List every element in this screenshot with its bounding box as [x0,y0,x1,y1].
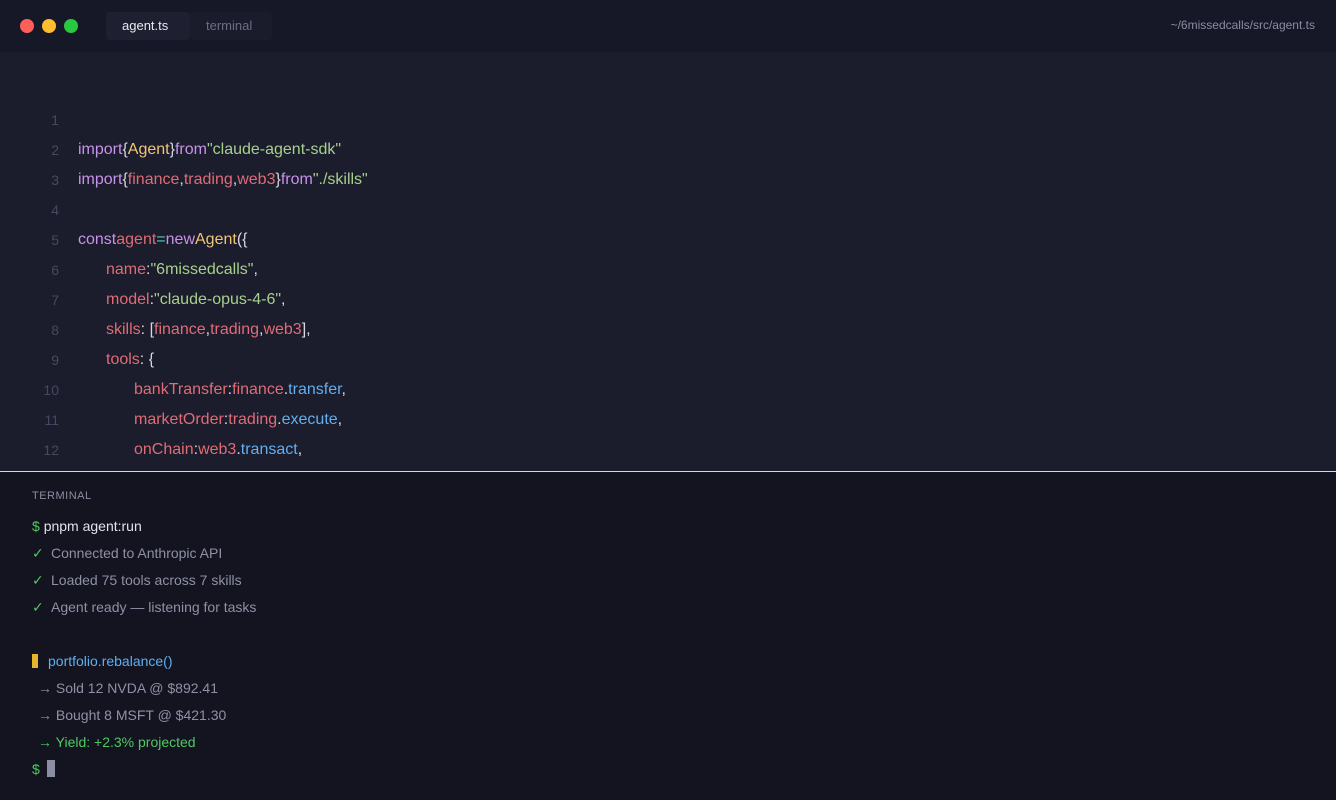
terminal-input-line[interactable]: $ [32,759,55,779]
title-bar: agent.ts terminal ~/6missedcalls/src/age… [0,0,1336,52]
check-icon: ✓ [32,545,44,561]
prompt-symbol: $ [32,518,40,534]
code-line: 4 constagent=newAgent({ [0,165,1336,248]
code-line: 9 bankTransfer:finance.transfer, [0,315,1336,398]
check-icon: ✓ [32,599,44,615]
code-line: 5 name:"6missedcalls", [0,195,1336,278]
code-line: 12 }, [0,405,1336,488]
minimize-window-button[interactable] [42,19,56,33]
code-line: 6 model:"claude-opus-4-6", [0,225,1336,308]
status-text: Agent ready — listening for tasks [51,599,257,615]
code-editor[interactable]: 1 import{Agent}from"claude-agent-sdk" 2 … [0,52,1336,518]
code-line: 7 skills: [finance,trading,web3], [0,255,1336,338]
check-icon: ✓ [32,572,44,588]
code-line: 8 tools: { [0,285,1336,368]
code-line: 13 }) [0,435,1336,518]
terminal-yield-line: → Yield: +2.3% projected [38,732,196,752]
file-path: ~/6missedcalls/src/agent.ts [1170,18,1315,32]
code-line: 3 [0,135,1336,188]
terminal-status-line: ✓ Connected to Anthropic API [32,543,222,563]
terminal-call-line: portfolio.rebalance() [32,651,173,671]
yield-text: → Yield: +2.3% projected [38,734,196,750]
activity-marker-icon [32,654,38,668]
prompt-symbol: $ [32,761,40,777]
terminal-command-line: $ pnpm agent:run [32,516,142,536]
function-call: portfolio.rebalance() [48,653,173,669]
terminal-panel[interactable]: TERMINAL $ pnpm agent:run ✓ Connected to … [0,472,1336,800]
result-text: → Bought 8 MSFT @ $421.30 [38,707,227,723]
terminal-status-line: ✓ Agent ready — listening for tasks [32,597,256,617]
code-line: 11 onChain:web3.transact, [0,375,1336,458]
maximize-window-button[interactable] [64,19,78,33]
text-cursor [46,760,55,777]
tab-terminal[interactable]: terminal [190,12,272,40]
terminal-result-line: → Sold 12 NVDA @ $892.41 [38,678,218,698]
terminal-status-line: ✓ Loaded 75 tools across 7 skills [32,570,242,590]
code-line: 2 import{finance,trading,web3}from"./ski… [0,105,1336,188]
code-line: 10 marketOrder:trading.execute, [0,345,1336,428]
code-window: agent.ts terminal ~/6missedcalls/src/age… [0,0,1336,800]
close-window-button[interactable] [20,19,34,33]
terminal-command: pnpm agent:run [43,518,142,534]
tab-agent-ts[interactable]: agent.ts [106,12,190,40]
result-text: → Sold 12 NVDA @ $892.41 [38,680,218,696]
status-text: Connected to Anthropic API [51,545,223,561]
code-line: 1 import{Agent}from"claude-agent-sdk" [0,75,1336,158]
terminal-result-line: → Bought 8 MSFT @ $421.30 [38,705,226,725]
status-text: Loaded 75 tools across 7 skills [51,572,242,588]
terminal-header: TERMINAL [32,490,92,502]
